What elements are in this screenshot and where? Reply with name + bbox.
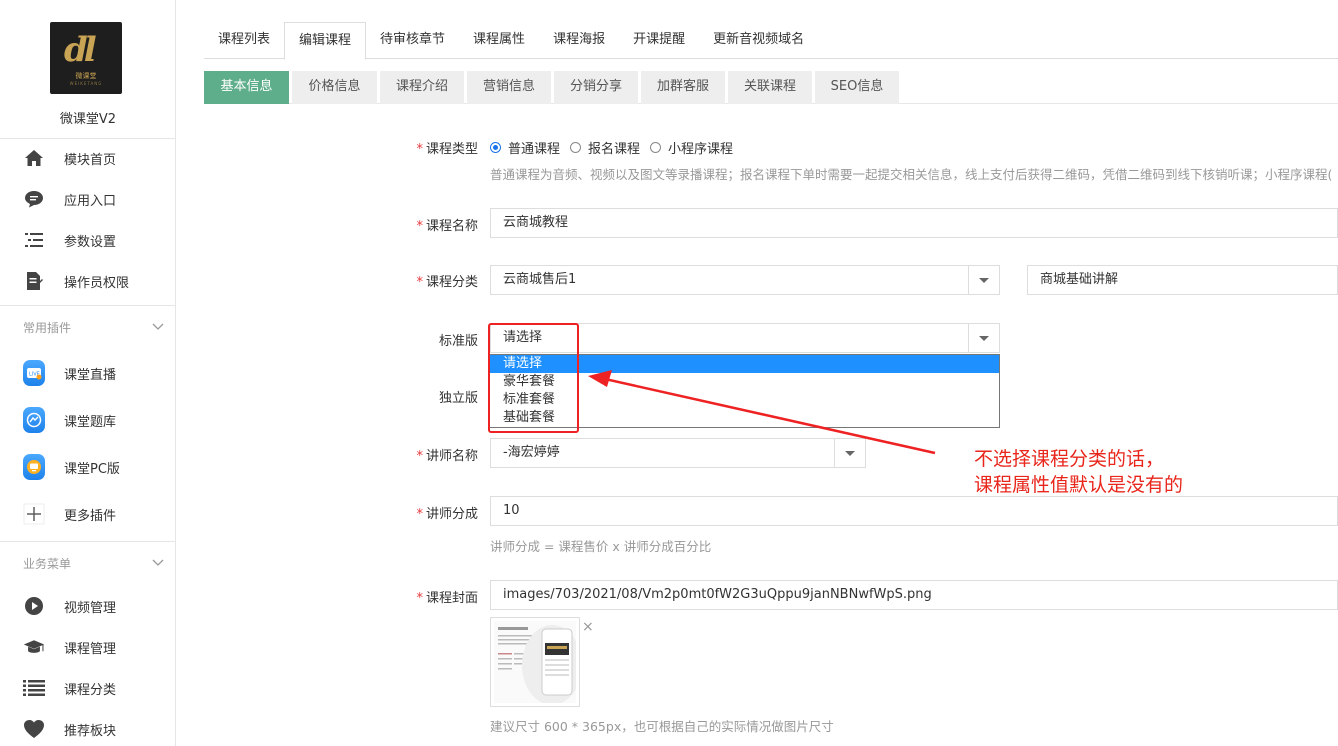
annotation-text: 不选择课程分类的话， 课程属性值默认是没有的 xyxy=(974,446,1183,498)
annotation-arrow xyxy=(588,370,936,455)
annotation-line-2: 课程属性值默认是没有的 xyxy=(974,474,1184,496)
annotation-line-1: 不选择课程分类的话， xyxy=(974,448,1165,470)
